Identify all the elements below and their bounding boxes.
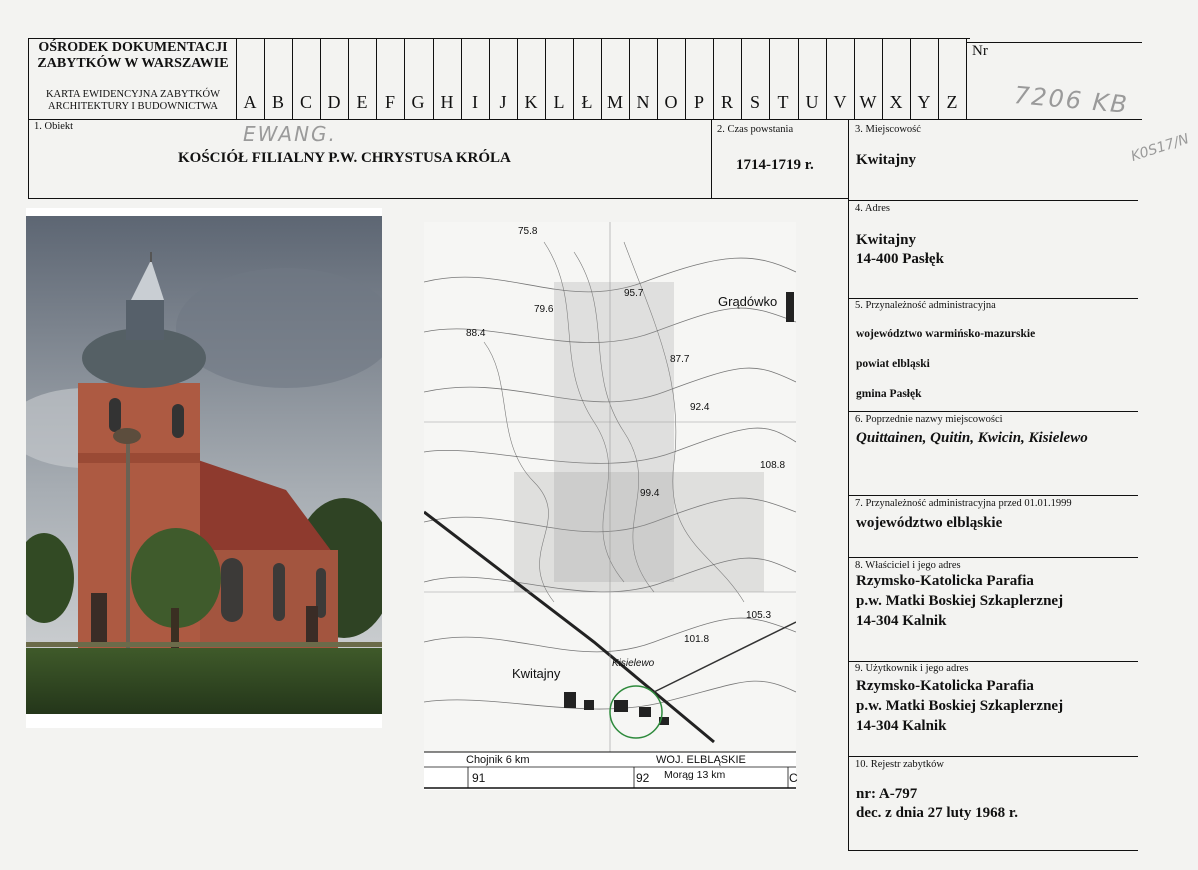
topographic-map: 75.8 88.4 79.6 95.7 87.7 92.4 108.8 99.4… [423,222,798,790]
letter-cell: R [720,92,733,112]
map-elev-4: 92.4 [690,402,710,413]
map-town-kwitajny: Kwitajny [512,666,561,681]
header-bottom-line [28,119,1142,120]
letter-cell: H [440,92,454,112]
sep-owner [848,557,1138,558]
letter-cell: C [299,92,312,112]
map-elev-2: 79.6 [534,304,554,315]
map-grid-91: 91 [472,771,486,785]
admin-label: 5. Przynależność administracyjna [855,300,996,311]
owner-label: 8. Właściciel i jego adres [855,560,961,571]
map-kisielewo: Kisielewo [612,658,655,669]
object-label: 1. Obiekt [34,121,74,132]
admin-commune: gmina Pasłęk [856,388,922,400]
pre1999-value: województwo elbląskie [856,515,1003,531]
letter-cell: Y [917,92,931,112]
map-elev-7: 105.3 [746,610,772,621]
place-value: Kwitajny [856,152,916,168]
letter-cell: E [356,92,368,112]
map-elev-9: 95.7 [624,288,644,299]
admin-county: powiat elbląski [856,358,930,370]
letter-cell: B [271,92,284,112]
map-elev-1: 88.4 [466,328,486,339]
letter-cell: Z [946,92,958,112]
user-line1: Rzymsko-Katolicka Parafia [856,678,1034,694]
sep-pre1999 [848,495,1138,496]
letter-cell: F [384,92,395,112]
owner-line2: p.w. Matki Boskiej Szkaplerznej [856,593,1064,609]
letter-cell: J [499,92,507,112]
left-border [28,38,29,199]
letter-cell: Ł [581,92,593,112]
institution-title: OŚRODEK DOKUMENTACJI ZABYTKÓW W WARSZAWI… [37,40,229,71]
map-elev-5: 108.8 [760,460,786,471]
map-elev-6: 99.4 [640,488,660,499]
church-photo [6,208,396,728]
object-divider [711,119,712,199]
map-grid-edge: C [789,771,798,785]
map-village-gradowko: Grądówko [718,294,778,309]
letter-cell: T [777,92,789,112]
header-top-line [28,38,970,39]
sep-bottom [848,850,1138,851]
map-footer-center: WOJ. ELBLĄSKIE [656,754,746,766]
map-grid-92: 92 [636,771,650,785]
letter-cell: K [524,92,538,112]
pre1999-label: 7. Przynależność administracyjna przed 0… [855,498,1072,509]
letter-cell: U [805,92,819,112]
letter-cell: S [749,92,760,112]
user-line2: p.w. Matki Boskiej Szkaplerznej [856,698,1064,714]
letter-cell: V [833,92,847,112]
letter-cell: M [606,92,623,112]
card-type: KARTA EWIDENCYJNA ZABYTKÓW ARCHITEKTURY … [45,89,221,112]
owner-line1: Rzymsko-Katolicka Parafia [856,573,1034,589]
address-line2: 14-400 Pasłęk [856,251,944,267]
address-line1: Kwitajny [856,232,916,248]
inventory-number: 7206 KB [1012,81,1130,119]
sep-register [848,756,1138,757]
map-footer-sub: Morąg 13 km [664,769,726,781]
register-number: nr: A-797 [856,786,918,802]
letter-cell: A [243,92,257,112]
user-label: 9. Użytkownik i jego adres [855,663,969,674]
place-label: 3. Miejscowość [855,124,921,135]
address-label: 4. Adres [855,203,890,214]
date-value: 1714-1719 r. [736,157,814,173]
sep-admin [848,298,1138,299]
letter-cell: L [553,92,565,112]
date-label: 2. Czas powstania [717,124,794,135]
ewang-note: EWANG. [243,122,337,146]
former-names-label: 6. Poprzednie nazwy miejscowości [855,414,1003,425]
letter-divider [966,38,967,120]
letter-cell: O [664,92,678,112]
user-line3: 14-304 Kalnik [856,718,947,734]
nr-top-line [966,42,1142,43]
letter-cell: N [636,92,650,112]
date-divider [848,119,849,851]
object-value: KOŚCIÓŁ FILIALNY P.W. CHRYSTUSA KRÓLA [178,150,511,166]
sep-address [848,200,1138,201]
letter-cell: W [859,92,877,112]
letter-cell: D [327,92,341,112]
sep-former [848,411,1138,412]
admin-voivodeship: województwo warmińsko-mazurskie [856,328,1036,340]
former-names-value: Quittainen, Quitin, Kwicin, Kisielewo [856,430,1088,446]
letter-cell: I [472,92,478,112]
register-decision: dec. z dnia 27 luty 1968 r. [856,805,1018,821]
map-footer-left: Chojnik 6 km [466,754,530,766]
margin-note: K0S17/N [1128,131,1191,165]
letter-cell: X [889,92,903,112]
sep-user [848,661,1138,662]
nr-label: Nr [972,43,988,59]
owner-line3: 14-304 Kalnik [856,613,947,629]
church-photo-image [6,216,396,714]
map-elev-top: 75.8 [518,226,538,237]
letter-cell: G [411,92,425,112]
register-label: 10. Rejestr zabytków [855,759,944,770]
row1-bottom-line [28,198,848,199]
map-elev-3: 87.7 [670,354,690,365]
letter-cell: P [693,92,704,112]
map-elev-8: 101.8 [684,634,710,645]
